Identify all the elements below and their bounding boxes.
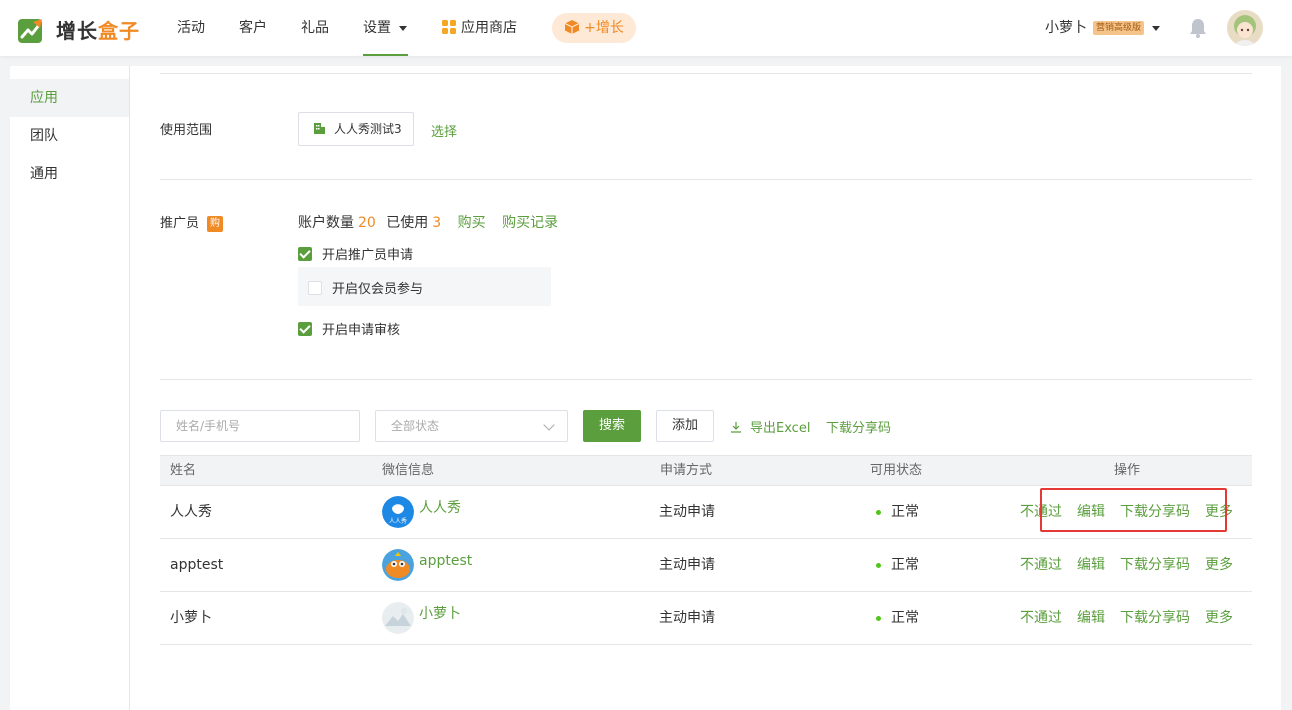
checkbox-unchecked[interactable] — [308, 280, 322, 295]
chevron-down-icon — [1152, 25, 1161, 31]
table-row: 人人秀 人人秀 人人秀 主动申请 正常 不通过 编辑 下载分享码 更多 — [160, 486, 1252, 539]
search-input[interactable]: 姓名/手机号 — [160, 410, 360, 442]
nav-item-customers[interactable]: 客户 — [239, 0, 267, 56]
plan-badge: 营销高级版 — [1093, 21, 1145, 35]
sidebar-item-general[interactable]: 通用 — [10, 155, 129, 193]
table-row: apptest apptest 主动申请 正常 不通过 编辑 下载分享码 更多 — [160, 539, 1252, 592]
download-icon — [731, 422, 741, 433]
col-status: 可用状态 — [870, 463, 923, 478]
checkbox-checked[interactable] — [298, 321, 312, 336]
wechat-name[interactable]: apptest — [419, 551, 472, 571]
buy-link[interactable]: 购买 — [458, 215, 486, 231]
cell-status: 正常 — [876, 486, 919, 538]
search-button[interactable]: 搜索 — [583, 410, 641, 442]
scope-select-link[interactable]: 选择 — [431, 121, 457, 140]
cell-name: 人人秀 — [170, 504, 212, 520]
col-method: 申请方式 — [660, 463, 713, 478]
svg-text:人人秀: 人人秀 — [389, 517, 407, 525]
status-dot — [876, 562, 881, 568]
cell-method: 主动申请 — [659, 610, 715, 626]
wechat-avatar — [382, 549, 414, 581]
option-members-only[interactable]: 开启仅会员参与 — [308, 278, 423, 297]
status-dot — [876, 509, 881, 515]
cell-method: 主动申请 — [659, 557, 715, 573]
wechat-avatar — [382, 602, 414, 634]
box-icon — [564, 20, 580, 34]
cell-status: 正常 — [876, 592, 919, 644]
download-share-code-button[interactable]: 下载分享码 — [1120, 592, 1190, 644]
user-name: 小萝卜 — [1045, 20, 1087, 36]
promoter-label: 推广员购 — [160, 212, 224, 232]
building-icon — [314, 123, 325, 134]
nav-item-app-store[interactable]: 应用商店 — [442, 0, 517, 56]
grow-button[interactable]: +增长 — [552, 13, 636, 43]
option-enable-review[interactable]: 开启申请审核 — [298, 319, 400, 338]
more-button[interactable]: 更多 — [1205, 539, 1233, 591]
reject-button[interactable]: 不通过 — [1020, 592, 1062, 644]
cell-name: 小萝卜 — [170, 610, 212, 626]
cell-status: 正常 — [876, 539, 919, 591]
wechat-avatar: 人人秀 — [382, 496, 414, 528]
divider — [160, 73, 1252, 74]
cell-wechat: 小萝卜 — [382, 602, 461, 634]
scope-label: 使用范围 — [160, 123, 213, 138]
more-button[interactable]: 更多 — [1205, 592, 1233, 644]
cell-method: 主动申请 — [659, 504, 715, 520]
main-panel: 使用范围 人人秀测试3 选择 推广员购 账户数量 20 已使用 3 购买 购买记录 … — [130, 66, 1281, 710]
brand-name: 增长盒子 — [56, 19, 140, 43]
col-wechat: 微信信息 — [382, 463, 435, 478]
edit-button[interactable]: 编辑 — [1077, 592, 1105, 644]
logo-icon — [18, 18, 42, 43]
add-button[interactable]: 添加 — [656, 410, 714, 442]
edit-button[interactable]: 编辑 — [1077, 539, 1105, 591]
option-enable-promoter-apply[interactable]: 开启推广员申请 — [298, 244, 413, 263]
sidebar: 应用 团队 通用 — [10, 66, 130, 710]
app-store-icon — [442, 20, 456, 34]
wechat-name[interactable]: 人人秀 — [419, 498, 461, 518]
cell-wechat: apptest — [382, 549, 472, 581]
nav-item-activity[interactable]: 活动 — [177, 0, 205, 56]
avatar[interactable] — [1227, 10, 1263, 46]
logo[interactable]: 增长盒子 — [18, 15, 140, 44]
status-dot — [876, 615, 881, 621]
col-name: 姓名 — [170, 463, 197, 478]
table-row: 小萝卜 小萝卜 主动申请 正常 不通过 编辑 下载分享码 更多 — [160, 592, 1252, 645]
divider — [160, 379, 1252, 380]
export-excel-link[interactable]: 导出Excel — [730, 417, 810, 436]
account-summary: 账户数量 20 已使用 3 购买 购买记录 — [298, 215, 559, 231]
sidebar-item-apps[interactable]: 应用 — [10, 79, 129, 117]
divider — [160, 179, 1252, 180]
scope-selected-store[interactable]: 人人秀测试3 — [298, 112, 414, 146]
chevron-down-icon — [399, 25, 407, 31]
nav-item-gifts[interactable]: 礼品 — [301, 0, 329, 56]
download-share-code-button[interactable]: 下载分享码 — [1120, 539, 1190, 591]
col-actions: 操作 — [1114, 463, 1141, 478]
nav-item-settings[interactable]: 设置 — [363, 0, 408, 56]
user-menu[interactable]: 小萝卜 营销高级版 — [1045, 0, 1161, 56]
status-select[interactable]: 全部状态 — [375, 410, 568, 442]
top-nav: 增长盒子 活动 客户 礼品 设置 应用商店 +增长 小萝卜 营销高级版 — [0, 0, 1292, 56]
reject-button[interactable]: 不通过 — [1020, 539, 1062, 591]
chevron-down-icon — [543, 419, 555, 431]
checkbox-checked[interactable] — [298, 246, 312, 261]
download-share-code-link[interactable]: 下载分享码 — [826, 417, 891, 436]
table-header: 姓名 微信信息 申请方式 可用状态 操作 — [160, 455, 1252, 486]
cell-name: apptest — [170, 557, 224, 573]
cell-wechat: 人人秀 人人秀 — [382, 496, 461, 528]
sidebar-item-team[interactable]: 团队 — [10, 117, 129, 155]
bell-icon[interactable] — [1187, 17, 1209, 39]
highlight-box — [1040, 488, 1227, 532]
wechat-name[interactable]: 小萝卜 — [419, 604, 461, 624]
buy-record-link[interactable]: 购买记录 — [502, 215, 558, 231]
purchase-badge: 购 — [207, 216, 224, 232]
